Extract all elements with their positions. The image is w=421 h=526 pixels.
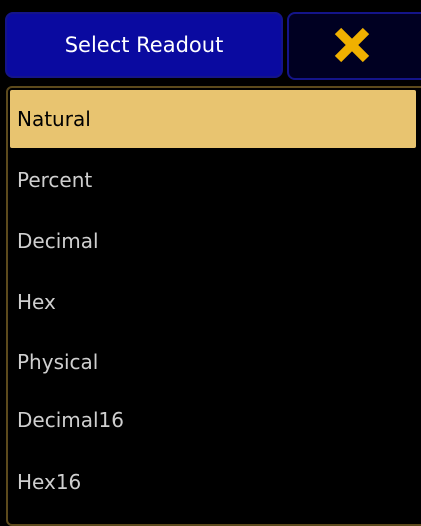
dialog-title: Select Readout [5,12,283,78]
readout-option-label: Physical [17,350,99,374]
readout-option-natural[interactable]: Natural [10,90,416,148]
readout-option-label: Natural [17,107,91,131]
readout-option-decimal[interactable]: Decimal [10,212,416,270]
close-x-icon [334,27,370,63]
readout-option-label: Decimal [17,229,99,253]
readout-option-percent[interactable]: Percent [10,151,416,209]
close-button[interactable] [287,12,421,80]
readout-option-physical[interactable]: Physical [10,333,416,391]
readout-option-decimal16[interactable]: Decimal16 [10,391,416,449]
readout-option-hex[interactable]: Hex [10,273,416,331]
readout-option-label: Decimal16 [17,408,125,432]
readout-option-label: Hex16 [17,470,82,494]
readout-option-label: Percent [17,168,93,192]
readout-option-hex16[interactable]: Hex16 [10,453,416,511]
dialog-title-label: Select Readout [64,33,224,57]
readout-option-label: Hex [17,290,56,314]
